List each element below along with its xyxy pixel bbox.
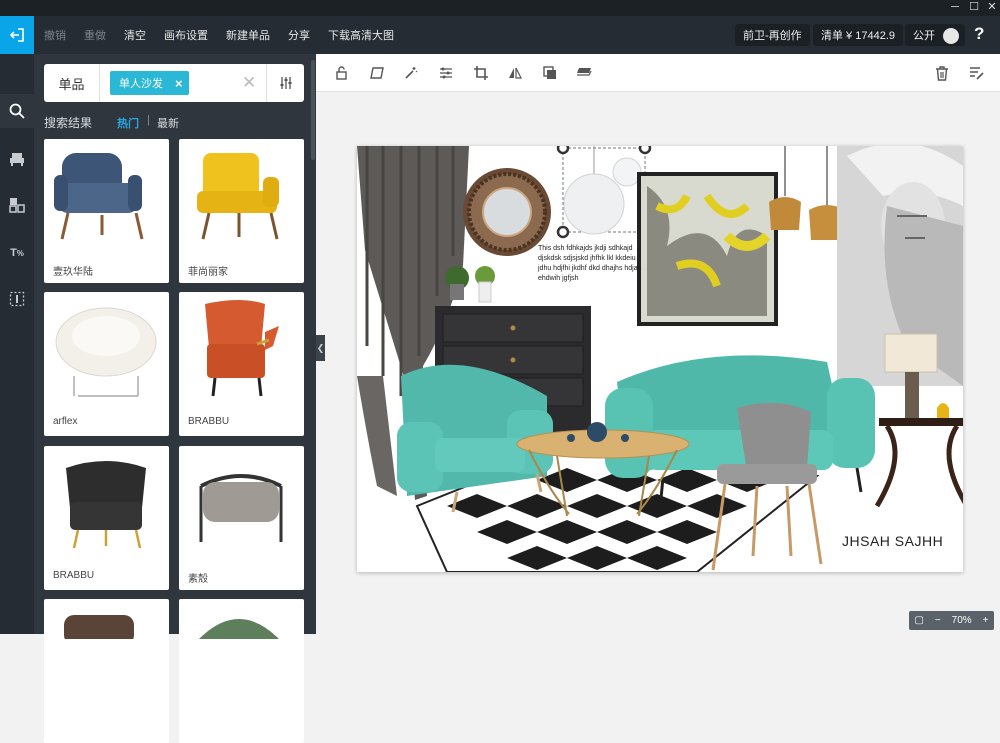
plant-image[interactable] <box>445 266 495 303</box>
redo-button[interactable]: 重做 <box>84 27 106 43</box>
zoom-level: 70% <box>951 615 972 626</box>
product-name: BRABBU <box>53 570 95 581</box>
product-card[interactable] <box>179 599 304 743</box>
filter-icon <box>280 77 291 89</box>
share-button[interactable]: 分享 <box>288 27 310 43</box>
canvas-toolbar <box>316 54 1000 92</box>
minimize-icon[interactable]: ─ <box>948 1 962 14</box>
duplicate-icon[interactable] <box>541 64 559 82</box>
unlock-icon[interactable] <box>333 64 351 82</box>
search-tag: 单人沙发 × <box>110 71 189 95</box>
product-image <box>199 474 283 542</box>
mirror-image[interactable] <box>463 168 551 256</box>
new-item-button[interactable]: 新建单品 <box>226 27 270 43</box>
clear-search-icon[interactable]: ✕ <box>242 73 256 93</box>
zoom-in-button[interactable]: + <box>983 615 989 626</box>
canvas-text-note[interactable]: This dsh fdhkajds jkdji sdhkajd djskdsk … <box>538 244 648 284</box>
product-image <box>197 153 279 240</box>
zoom-out-button[interactable]: − <box>935 615 941 626</box>
filter-button[interactable] <box>266 64 304 102</box>
delete-icon[interactable] <box>933 64 951 82</box>
product-image <box>199 619 279 639</box>
crop-icon[interactable] <box>472 64 490 82</box>
fit-screen-icon[interactable]: ▢ <box>914 615 923 626</box>
collapse-panel-button[interactable]: ❮ <box>316 335 325 361</box>
public-toggle[interactable] <box>943 28 959 44</box>
search-results-label: 搜索结果 <box>44 116 93 130</box>
frame-icon[interactable] <box>0 282 34 316</box>
tab-separator: | <box>147 114 150 126</box>
close-icon[interactable]: ✕ <box>985 1 999 14</box>
product-card[interactable] <box>44 599 169 743</box>
product-image <box>64 615 134 639</box>
edit-list-icon[interactable] <box>967 64 985 82</box>
design-canvas[interactable] <box>357 146 963 572</box>
zoom-control: ▢ − 70% + <box>909 611 994 630</box>
wood-pendants-image[interactable] <box>769 146 845 240</box>
magic-wand-icon[interactable] <box>402 64 420 82</box>
product-card[interactable]: 壹玖华陆 <box>44 139 169 283</box>
canvas-brand-text[interactable]: JHSAH SAJHH <box>842 533 943 549</box>
help-icon[interactable]: ? <box>974 24 984 44</box>
product-name: BRABBU <box>188 416 230 427</box>
product-card[interactable]: BRABBU <box>179 292 304 436</box>
product-image <box>55 307 157 397</box>
remove-tag-icon[interactable]: × <box>175 76 183 91</box>
product-card[interactable]: 素殼 <box>179 446 304 590</box>
main-menu: 撤销 重做 清空 画布设置 新建单品 分享 下载高清大图 <box>44 16 412 54</box>
product-card[interactable]: arflex <box>44 292 169 436</box>
moodboard-scene <box>357 146 963 572</box>
perspective-icon[interactable] <box>368 64 386 82</box>
title-bar: ─ ☐ ✕ <box>0 0 1000 16</box>
project-name-button[interactable]: 前卫-再创作 <box>735 24 810 46</box>
search-box: 单品 单人沙发 × ✕ <box>44 64 304 102</box>
furniture-icon[interactable] <box>0 142 34 176</box>
list-total-button[interactable]: 清单 ¥ 17442.9 <box>813 24 903 46</box>
material-icon[interactable] <box>0 188 34 222</box>
painting-image[interactable] <box>637 172 778 326</box>
text-icon[interactable]: T% <box>0 236 34 270</box>
product-name: 壹玖华陆 <box>53 267 93 278</box>
product-card[interactable]: 菲尚丽家 <box>179 139 304 283</box>
flip-icon[interactable] <box>506 64 524 82</box>
tab-hot[interactable]: 热门 <box>117 115 139 131</box>
product-name: 素殼 <box>188 574 208 585</box>
download-button[interactable]: 下载高清大图 <box>328 27 394 43</box>
exit-icon <box>9 28 24 42</box>
search-tag-label: 单人沙发 <box>119 78 163 90</box>
pendant-lamp-image[interactable] <box>556 146 652 239</box>
product-image <box>66 461 146 549</box>
layers-icon[interactable] <box>575 64 593 82</box>
product-name: 菲尚丽家 <box>188 267 228 278</box>
exit-button[interactable] <box>0 16 34 54</box>
maximize-icon[interactable]: ☐ <box>967 1 981 14</box>
product-name: arflex <box>53 416 78 427</box>
search-icon[interactable] <box>0 94 34 128</box>
panel-scrollbar[interactable] <box>311 60 315 160</box>
clear-button[interactable]: 清空 <box>124 27 146 43</box>
product-image <box>54 153 144 240</box>
left-rail: T% <box>0 54 34 634</box>
tab-new[interactable]: 最新 <box>157 115 179 131</box>
adjust-icon[interactable] <box>437 64 455 82</box>
undo-button[interactable]: 撤销 <box>44 27 66 43</box>
product-image <box>205 300 279 397</box>
public-label: 公开 <box>913 30 935 42</box>
product-card[interactable]: BRABBU <box>44 446 169 590</box>
canvas-settings-button[interactable]: 画布设置 <box>164 27 208 43</box>
search-type-select[interactable]: 单品 <box>44 64 100 102</box>
